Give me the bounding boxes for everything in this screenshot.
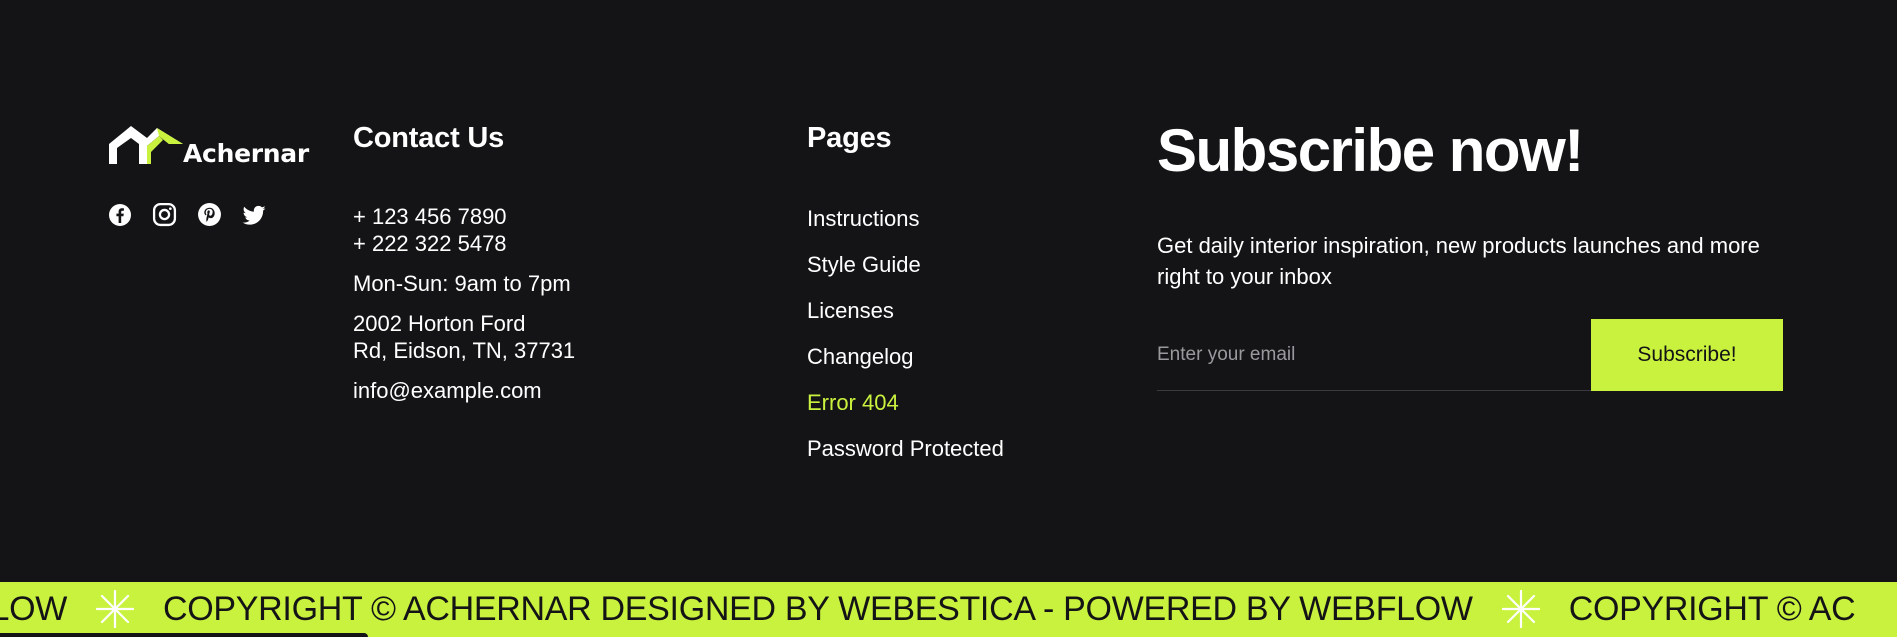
address-line-2: Rd, Eidson, TN, 37731 [353,338,576,363]
ticker-text: FLOW [0,589,68,628]
brand-logo[interactable]: Achernar [107,120,309,168]
facebook-icon[interactable] [107,202,132,227]
ticker-text: COPYRIGHT © AC [1568,589,1856,628]
site-footer: Achernar Contact Us + 123 456 7890 + 222… [0,0,1897,582]
pages-nav: Instructions Style Guide Licenses Change… [807,205,1004,481]
ticker-text: COPYRIGHT © ACHERNAR DESIGNED BY WEBESTI… [163,589,1473,628]
contact-info: + 123 456 7890 + 222 322 5478 Mon-Sun: 9… [353,203,575,417]
house-logo-icon [109,126,183,164]
page-link-password-protected[interactable]: Password Protected [807,435,1004,481]
page-link-changelog[interactable]: Changelog [807,343,1004,389]
copyright-ticker: FLOW COPYRIGHT © ACHERNAR DESIGNED BY WE… [0,582,1897,637]
subscribe-button[interactable]: Subscribe! [1591,319,1783,391]
ticker-track: FLOW COPYRIGHT © ACHERNAR DESIGNED BY WE… [0,589,1856,629]
email-input[interactable] [1157,319,1591,390]
instagram-icon[interactable] [152,202,177,227]
page-link-style-guide[interactable]: Style Guide [807,251,1004,297]
pages-heading: Pages [807,122,892,154]
page-link-instructions[interactable]: Instructions [807,205,1004,251]
phone-secondary[interactable]: + 222 322 5478 [353,230,575,257]
pinterest-icon[interactable] [197,202,222,227]
twitter-icon[interactable] [242,202,267,227]
page-link-licenses[interactable]: Licenses [807,297,1004,343]
subscribe-form: Subscribe! [1157,319,1783,391]
address-line-1: 2002 Horton Ford [353,311,526,336]
contact-email[interactable]: info@example.com [353,377,575,404]
subscribe-heading: Subscribe now! [1157,117,1584,184]
contact-heading: Contact Us [353,122,505,154]
phone-primary[interactable]: + 123 456 7890 [353,203,575,230]
page-link-error-404[interactable]: Error 404 [807,389,1004,435]
asterisk-icon [1501,589,1541,629]
subscribe-description: Get daily interior inspiration, new prod… [1157,233,1760,289]
brand-name: Achernar [183,139,309,168]
asterisk-icon [95,589,135,629]
ticker-underline-bar [0,633,368,637]
social-links [107,202,267,227]
opening-hours: Mon-Sun: 9am to 7pm [353,271,571,296]
